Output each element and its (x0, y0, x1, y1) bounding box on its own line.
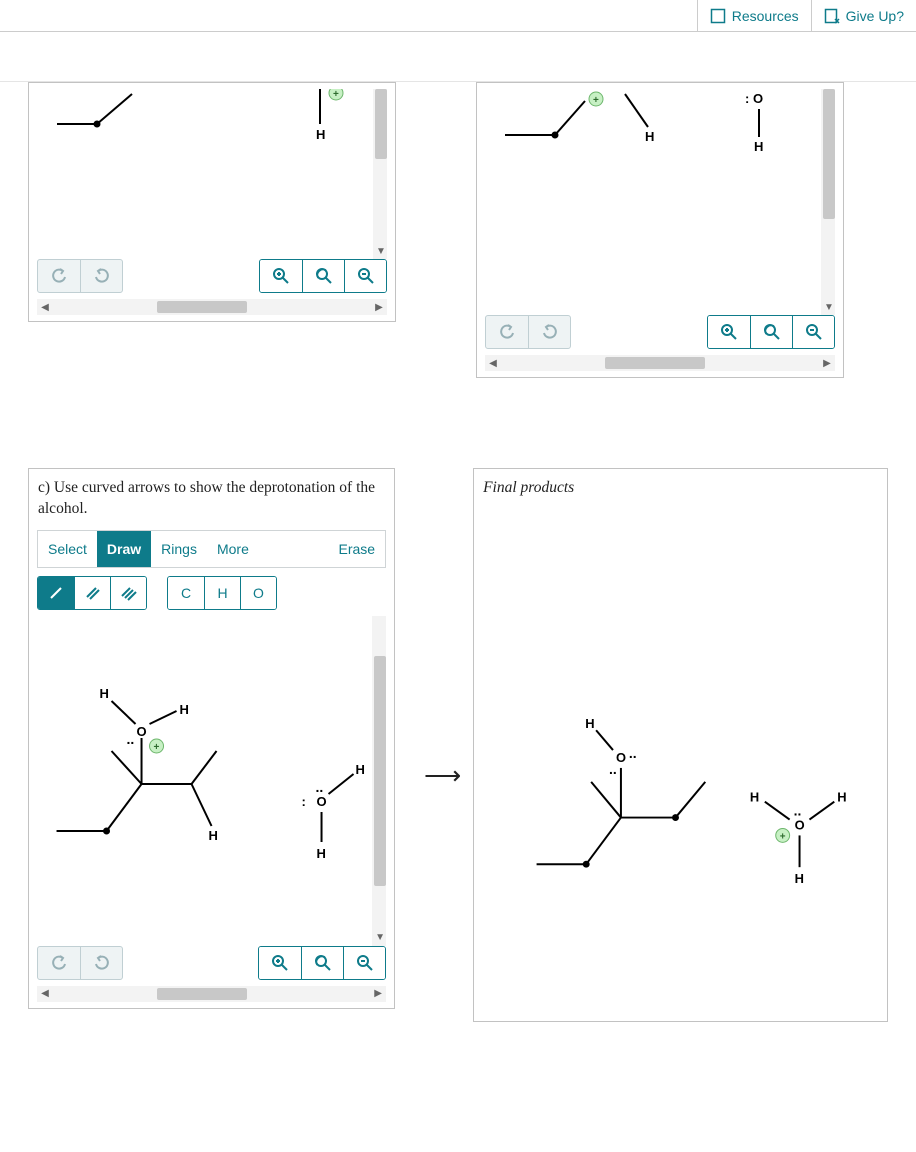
atom-h-final1: H (585, 716, 594, 731)
atom-o-c: O (137, 724, 147, 739)
colon-o: : O (745, 91, 763, 106)
zoom-group-a (259, 259, 387, 293)
bottom-controls-c (37, 946, 386, 980)
double-bond-button[interactable] (74, 577, 110, 609)
zoom-group-b (707, 315, 835, 349)
tab-erase[interactable]: Erase (328, 531, 385, 567)
final-title: Final products (474, 469, 887, 499)
resources-label: Resources (732, 8, 799, 24)
atom-tools: C H O (167, 576, 277, 610)
zoom-group-c (258, 946, 386, 980)
resources-link[interactable]: Resources (697, 0, 811, 31)
atom-h-b: H (645, 129, 654, 144)
hscroll-b[interactable]: ◀ ▶ (485, 355, 835, 371)
hscroll-a[interactable]: ◀ ▶ (37, 299, 387, 315)
zoom-fit-button[interactable] (302, 260, 344, 292)
plus-charge: + (333, 89, 339, 100)
canvas-wrap-c: H O .. H H + : (37, 616, 386, 946)
canvas-wrap-a: H + ▼ (37, 89, 387, 259)
tab-rings[interactable]: Rings (151, 531, 207, 567)
canvas-a[interactable]: H + ▼ (37, 89, 387, 259)
lp-final1: .. (629, 745, 637, 761)
zoom-in-button[interactable] (259, 947, 301, 979)
redo-button[interactable] (80, 260, 122, 292)
subbar (0, 32, 916, 82)
tab-more[interactable]: More (207, 531, 259, 567)
atom-h-h3o-2: H (837, 790, 846, 805)
hscroll-c[interactable]: ◀ ▶ (37, 986, 386, 1002)
atom-o-h3o: O (795, 817, 805, 832)
panel-a-partial: H + ▼ (28, 82, 396, 322)
atom-h-h3o-1: H (750, 790, 759, 805)
plus-charge-b: + (593, 95, 599, 106)
panel-c: c) Use curved arrows to show the deproto… (28, 468, 395, 1009)
panel-b-partial: + H : O H ▼ (476, 82, 844, 378)
atom-h-c2: H (100, 686, 109, 701)
give-up-label: Give Up? (846, 8, 904, 24)
bottom-controls-b (485, 315, 835, 349)
undo-button[interactable] (38, 947, 80, 979)
atom-o-final: O (616, 750, 626, 765)
atom-o-button[interactable]: O (240, 577, 276, 609)
row-1: H + ▼ (28, 82, 888, 378)
bond-tools (37, 576, 147, 610)
atom-h-water2: H (317, 846, 326, 861)
topbar: Resources Give Up? (0, 0, 916, 32)
book-icon (710, 8, 726, 24)
vscroll-a[interactable]: ▼ (373, 89, 387, 259)
canvas-wrap-b: + H : O H ▼ (485, 89, 835, 315)
lone-pair-c: .. (127, 731, 135, 747)
lp-top: .. (316, 779, 324, 795)
single-bond-button[interactable] (38, 577, 74, 609)
plus-h3o: + (780, 831, 786, 842)
redo-button[interactable] (528, 316, 570, 348)
tab-select[interactable]: Select (38, 531, 97, 567)
canvas-final: O .. .. H O .. + H H H (482, 505, 879, 1015)
prompt-c: c) Use curved arrows to show the deproto… (29, 469, 394, 524)
zoom-fit-button[interactable] (750, 316, 792, 348)
tab-draw[interactable]: Draw (97, 531, 151, 567)
plus-charge-c: + (154, 742, 160, 753)
atom-h-b2: H (754, 139, 763, 154)
lp-left: : (302, 794, 306, 809)
canvas-c[interactable]: H O .. H H + : (37, 616, 386, 946)
undo-group-b (485, 315, 571, 349)
toolbar-second: C H O (37, 576, 386, 610)
atom-h-water1: H (356, 762, 365, 777)
atom-h-c3: H (180, 702, 189, 717)
row-2: c) Use curved arrows to show the deproto… (28, 468, 888, 1022)
panel-final: Final products O .. .. (473, 468, 888, 1022)
atom-h: H (316, 127, 325, 142)
workspace: H + ▼ (0, 82, 916, 1152)
zoom-out-button[interactable] (343, 947, 385, 979)
triple-bond-button[interactable] (110, 577, 146, 609)
final-title-text: Final products (483, 479, 574, 496)
redo-button[interactable] (80, 947, 122, 979)
undo-button[interactable] (38, 260, 80, 292)
undo-group-a (37, 259, 123, 293)
atom-c-button[interactable]: C (168, 577, 204, 609)
zoom-out-button[interactable] (344, 260, 386, 292)
zoom-fit-button[interactable] (301, 947, 343, 979)
vscroll-c[interactable]: ▼ (372, 616, 386, 946)
vscroll-b[interactable]: ▼ (821, 89, 835, 315)
undo-button[interactable] (486, 316, 528, 348)
lp-h3o: .. (794, 802, 802, 818)
zoom-in-button[interactable] (708, 316, 750, 348)
undo-group-c (37, 946, 123, 980)
toolbar-tabs: Select Draw Rings More Erase (37, 530, 386, 568)
atom-o-water: O (317, 794, 327, 809)
atom-h-h3o-3: H (795, 871, 804, 886)
give-up-icon (824, 8, 840, 24)
reaction-arrow: ⟶ (424, 760, 461, 791)
zoom-out-button[interactable] (792, 316, 834, 348)
lp-final2: .. (609, 761, 617, 777)
canvas-b[interactable]: + H : O H ▼ (485, 89, 835, 315)
atom-h-c1: H (209, 828, 218, 843)
give-up-link[interactable]: Give Up? (811, 0, 916, 31)
bottom-controls-a (37, 259, 387, 293)
atom-h-button[interactable]: H (204, 577, 240, 609)
zoom-in-button[interactable] (260, 260, 302, 292)
